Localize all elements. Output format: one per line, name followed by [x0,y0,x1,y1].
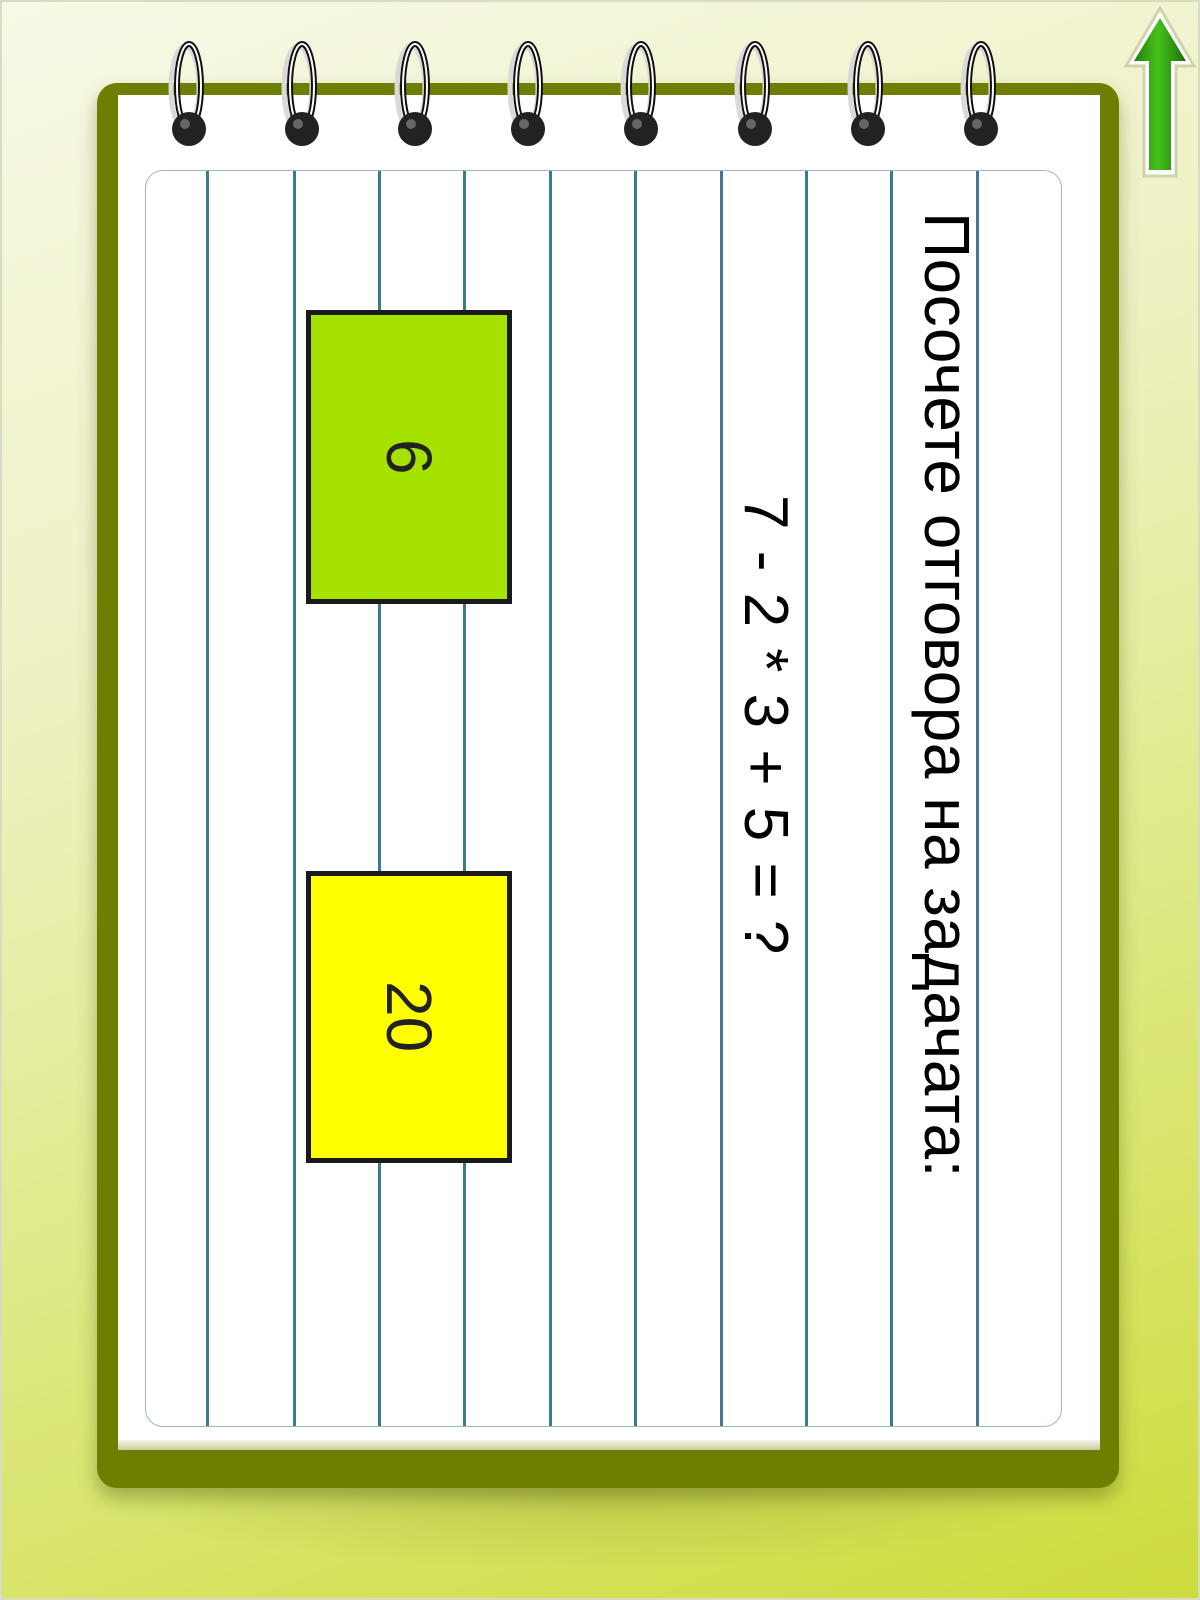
task-equation: 7 - 2 * 3 + 5 = ? [731,495,800,957]
spiral-ring-icon [507,41,545,146]
page-edge [118,1440,1100,1450]
answer-label: 6 [373,439,445,475]
up-arrow-icon[interactable] [1122,4,1198,182]
answer-button-6[interactable]: 6 [306,310,512,604]
ruled-line [805,171,808,1426]
spiral-ring-icon [394,41,432,146]
ruled-line [549,171,552,1426]
ruled-line [206,171,209,1426]
spiral-ring-icon [168,41,206,146]
spiral-ring-icon [734,41,772,146]
spiral-ring-icon [847,41,885,146]
ruled-line [890,171,893,1426]
answer-label: 20 [373,981,445,1053]
spiral-ring-icon [620,41,658,146]
spiral-ring-icon [960,41,998,146]
answer-button-20[interactable]: 20 [306,871,512,1163]
ruled-line [720,171,723,1426]
ruled-line [293,171,296,1426]
ruled-line [634,171,637,1426]
spiral-ring-icon [281,41,319,146]
task-title: Посочете отговора на задачата: [911,212,983,1178]
